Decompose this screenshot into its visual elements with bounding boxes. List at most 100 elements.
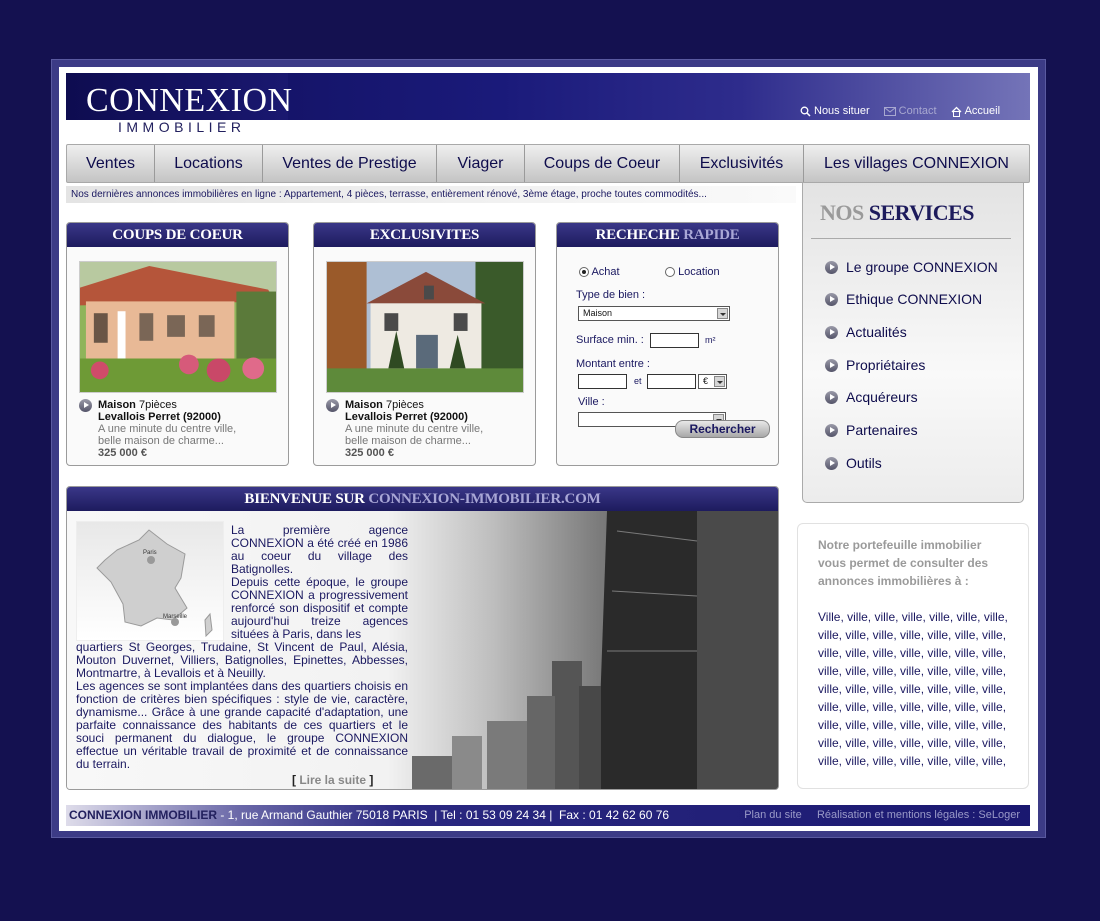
nav-locations[interactable]: Locations — [155, 145, 263, 182]
radio-icon[interactable] — [665, 267, 675, 278]
listing-desc-2: belle maison de charme... — [345, 435, 471, 447]
arrow-right-icon[interactable] — [79, 399, 92, 412]
plan-du-site-link[interactable]: Plan du site — [744, 809, 801, 821]
listing-info: Maison 7pièces Levallois Perret (92000) … — [79, 399, 236, 459]
radio-achat-label: Achat — [591, 266, 620, 278]
main-nav: Ventes Locations Ventes de Prestige Viag… — [66, 144, 1030, 183]
service-partenaires[interactable]: Partenaires — [825, 422, 918, 438]
france-map[interactable]: Paris Marseille — [76, 521, 224, 641]
nav-ventes-prestige[interactable]: Ventes de Prestige — [263, 145, 437, 182]
surface-unit: m² — [705, 335, 716, 345]
type-label: Type de bien : — [576, 289, 646, 301]
listing-desc-1: A une minute du centre ville, — [98, 423, 237, 435]
service-actualites[interactable]: Actualités — [825, 324, 907, 340]
montant-min-input[interactable] — [578, 374, 627, 389]
nav-exclusivites[interactable]: Exclusivités — [680, 145, 804, 182]
home-icon — [951, 106, 962, 117]
montant-max-input[interactable] — [647, 374, 696, 389]
logo-name: CONNEXION — [86, 82, 293, 119]
service-ethique[interactable]: Ethique CONNEXION — [825, 291, 982, 307]
news-ticker[interactable]: Nos dernières annonces immobilières en l… — [66, 186, 796, 203]
footer-address: - 1, rue Armand Gauthier 75018 PARIS | T… — [217, 808, 670, 822]
listing-price: 325 000 € — [345, 447, 394, 459]
coups-de-coeur-box: COUPS DE COEUR Maison 7pièces Levallois … — [66, 222, 289, 466]
envelope-icon — [883, 106, 896, 116]
et-label: et — [634, 376, 642, 386]
accueil-link[interactable]: Accueil — [951, 104, 1000, 118]
radio-icon[interactable] — [579, 267, 589, 278]
welcome-body: Paris Marseille La première agence CONNE… — [67, 511, 778, 789]
listing-rooms: 7pièces — [385, 399, 424, 411]
listing-city[interactable]: Levallois Perret (92000) — [98, 411, 236, 423]
exclusivites-title: EXCLUSIVITES — [314, 223, 535, 247]
services-panel: NOS SERVICES Le groupe CONNEXION Ethique… — [802, 183, 1024, 503]
type-select[interactable]: Maison — [578, 306, 730, 321]
logo[interactable]: CONNEXION IMMOBILIER — [66, 73, 292, 135]
services-divider — [811, 238, 1011, 239]
contact-link[interactable]: Contact — [883, 104, 937, 118]
nav-villages[interactable]: Les villages CONNEXION — [804, 145, 1029, 182]
arrow-right-icon — [825, 456, 838, 470]
listing-type: Maison — [98, 399, 136, 411]
listing-type: Maison — [345, 399, 383, 411]
arrow-right-icon — [825, 325, 838, 339]
surface-input[interactable] — [650, 333, 699, 348]
radio-location[interactable]: Location — [665, 266, 720, 278]
service-outils[interactable]: Outils — [825, 455, 882, 471]
lire-la-suite-link[interactable]: [ Lire la suite ] — [292, 773, 373, 787]
nav-coups-de-coeur[interactable]: Coups de Coeur — [525, 145, 680, 182]
footer: CONNEXION IMMOBILIER - 1, rue Armand Gau… — [66, 805, 1030, 826]
france-map-icon: Paris Marseille — [96, 529, 213, 638]
surface-label: Surface min. : — [576, 334, 644, 346]
listing-city[interactable]: Levallois Perret (92000) — [345, 411, 483, 423]
nav-ventes[interactable]: Ventes — [67, 145, 155, 182]
service-groupe[interactable]: Le groupe CONNEXION — [825, 259, 998, 275]
portfolio-cities[interactable]: Ville, ville, ville, ville, ville, ville… — [818, 608, 1018, 770]
accueil-label: Accueil — [964, 105, 1001, 117]
currency-value: € — [703, 376, 709, 386]
footer-contact: CONNEXION IMMOBILIER - 1, rue Armand Gau… — [69, 805, 669, 826]
quick-search-box: RECHECHE RAPIDE Achat Location Type de b… — [556, 222, 779, 466]
portfolio-intro: Notre portefeuille immobilier vous perme… — [818, 538, 989, 588]
nous-situer-link[interactable]: Nous situer — [800, 104, 870, 118]
arrow-right-icon — [825, 358, 838, 372]
ville-label: Ville : — [578, 396, 605, 408]
services-title: NOS SERVICES — [820, 200, 975, 225]
arrow-right-icon — [825, 292, 838, 306]
contact-label: Contact — [898, 105, 937, 117]
service-proprietaires[interactable]: Propriétaires — [825, 357, 925, 373]
welcome-paragraph-2: quartiers St Georges, Trudaine, St Vince… — [76, 640, 408, 771]
rechercher-button[interactable]: Rechercher — [675, 420, 770, 438]
logo-subtitle: IMMOBILIER — [118, 119, 246, 135]
property-photo[interactable] — [326, 261, 524, 393]
quick-search-title: RECHECHE RAPIDE — [557, 223, 778, 247]
listing-desc-1: A une minute du centre ville, — [345, 423, 484, 435]
listing-desc-2: belle maison de charme... — [98, 435, 224, 447]
service-acquereurs[interactable]: Acquéreurs — [825, 389, 918, 405]
nav-viager[interactable]: Viager — [437, 145, 525, 182]
listing-price: 325 000 € — [98, 447, 147, 459]
listing-rooms: 7pièces — [138, 399, 177, 411]
radio-location-label: Location — [678, 266, 720, 278]
map-label-marseille: Marseille — [163, 614, 188, 620]
listing-info: Maison 7pièces Levallois Perret (92000) … — [326, 399, 483, 459]
type-select-value: Maison — [583, 308, 613, 318]
welcome-title: BIENVENUE SUR CONNEXION-IMMOBILIER.COM — [67, 487, 778, 511]
city-skyline-image — [412, 511, 778, 789]
footer-company: CONNEXION IMMOBILIER — [69, 808, 218, 822]
coups-de-coeur-title: COUPS DE COEUR — [67, 223, 288, 247]
footer-links: Plan du site Réalisation et mentions lég… — [744, 805, 1020, 826]
map-label-paris: Paris — [143, 550, 157, 556]
property-photo[interactable] — [79, 261, 277, 393]
currency-select[interactable]: € — [698, 374, 727, 389]
arrow-right-icon — [825, 423, 838, 437]
arrow-right-icon — [825, 260, 838, 274]
montant-label: Montant entre : — [576, 358, 650, 370]
top-links: Nous situer Contact Accueil — [800, 104, 1000, 118]
welcome-paragraph-1: La première agence CONNEXION a été créé … — [231, 523, 408, 641]
magnifier-icon — [800, 106, 811, 117]
arrow-right-icon[interactable] — [326, 399, 339, 412]
welcome-box: BIENVENUE SUR CONNEXION-IMMOBILIER.COM P… — [66, 486, 779, 790]
radio-achat[interactable]: Achat — [579, 266, 620, 278]
mentions-legales-link[interactable]: Réalisation et mentions légales : SeLoge… — [817, 809, 1020, 821]
